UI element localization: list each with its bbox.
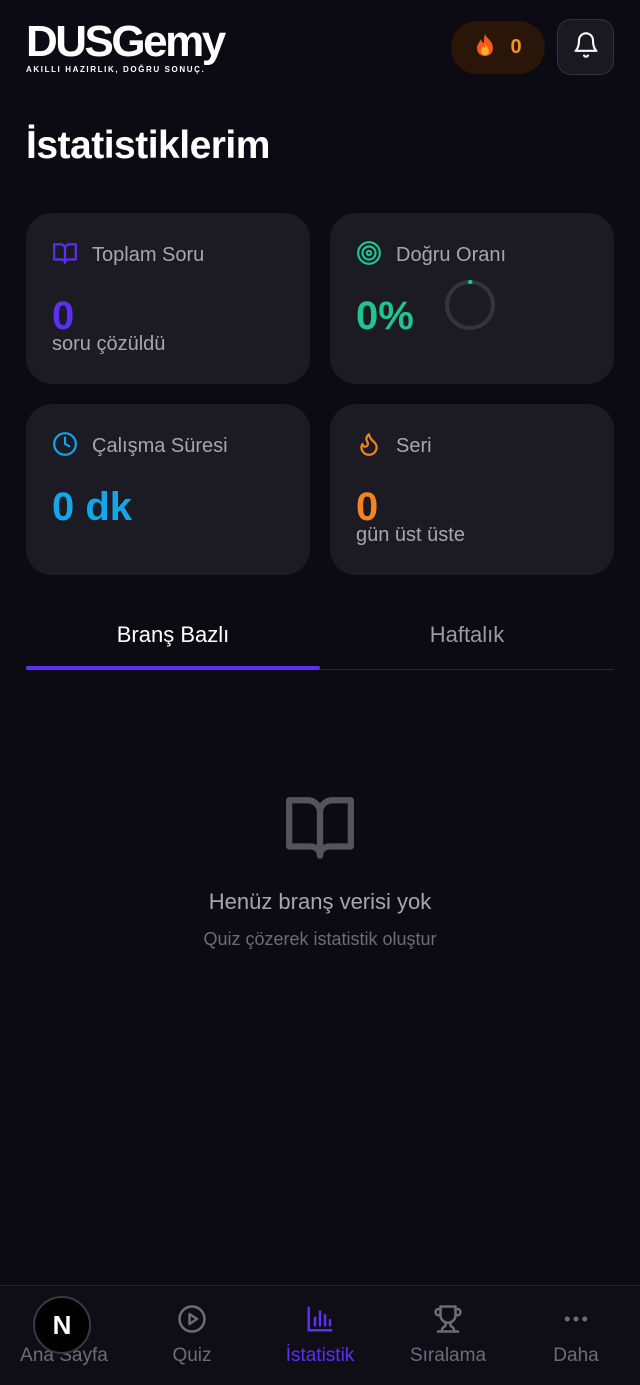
accuracy-value: 0%: [356, 294, 414, 338]
app-header: DUSGemy AKILLI HAZIRLIK, DOĞRU SONUÇ. 0: [0, 0, 640, 100]
play-circle-icon: [177, 1304, 207, 1339]
page-title: İstatistiklerim: [26, 124, 270, 167]
bell-icon: [572, 31, 600, 64]
accuracy-progress-ring: [444, 279, 496, 336]
logo-tagline: AKILLI HAZIRLIK, DOĞRU SONUÇ.: [26, 65, 206, 74]
bar-chart-icon: [305, 1304, 335, 1339]
streak-card: Seri 0 gün üst üste: [330, 404, 614, 575]
bottom-navigation: Ana Sayfa Quiz İstatistik Sıralama Daha: [0, 1285, 640, 1385]
accuracy-label: Doğru Oranı: [396, 244, 507, 266]
book-open-icon: [52, 240, 78, 271]
empty-state-subtitle: Quiz çözerek istatistik oluştur: [203, 929, 437, 949]
clock-icon: [52, 431, 78, 462]
dev-indicator-badge[interactable]: N: [33, 1296, 91, 1354]
tab-haftalik[interactable]: Haftalık: [320, 600, 614, 669]
tab-brans-bazli[interactable]: Branş Bazlı: [26, 600, 320, 669]
flame-icon: [356, 431, 382, 462]
nav-siralama[interactable]: Sıralama: [384, 1286, 512, 1385]
nav-daha[interactable]: Daha: [512, 1286, 640, 1385]
nav-label: Quiz: [172, 1345, 212, 1366]
notifications-button[interactable]: [557, 19, 614, 75]
total-questions-card: Toplam Soru 0 soru çözüldü: [26, 213, 310, 384]
fire-icon: [474, 33, 496, 62]
streak-count: 0: [510, 36, 522, 58]
empty-state-title: Henüz branş verisi yok: [208, 889, 432, 914]
trophy-icon: [433, 1304, 463, 1339]
logo-text: DUSGemy: [26, 17, 226, 66]
study-time-value: 0 dk: [52, 485, 133, 529]
statistics-page: DUSGemy AKILLI HAZIRLIK, DOĞRU SONUÇ. 0 …: [0, 0, 640, 1385]
book-open-icon: [283, 794, 357, 867]
accuracy-card: Doğru Oranı 0%: [330, 213, 614, 384]
active-tab-indicator: [26, 666, 320, 670]
total-questions-sub: soru çözüldü: [52, 333, 166, 355]
app-logo[interactable]: DUSGemy AKILLI HAZIRLIK, DOĞRU SONUÇ.: [26, 17, 226, 75]
nav-istatistik[interactable]: İstatistik: [256, 1286, 384, 1385]
nav-label: Daha: [553, 1345, 599, 1366]
study-time-card: Çalışma Süresi 0 dk: [26, 404, 310, 575]
stats-tabs: Branş Bazlı Haftalık: [26, 600, 614, 670]
nav-label: İstatistik: [285, 1345, 355, 1366]
target-icon: [356, 240, 382, 271]
more-icon: [561, 1304, 591, 1339]
streak-sub: gün üst üste: [356, 524, 465, 546]
tab-label: Haftalık: [429, 621, 505, 647]
nav-quiz[interactable]: Quiz: [128, 1286, 256, 1385]
nav-label: Sıralama: [409, 1345, 487, 1366]
study-time-label: Çalışma Süresi: [92, 435, 228, 457]
tab-label: Branş Bazlı: [116, 621, 230, 647]
streak-button[interactable]: 0: [451, 21, 545, 74]
streak-label: Seri: [396, 435, 432, 457]
total-questions-label: Toplam Soru: [92, 244, 205, 266]
